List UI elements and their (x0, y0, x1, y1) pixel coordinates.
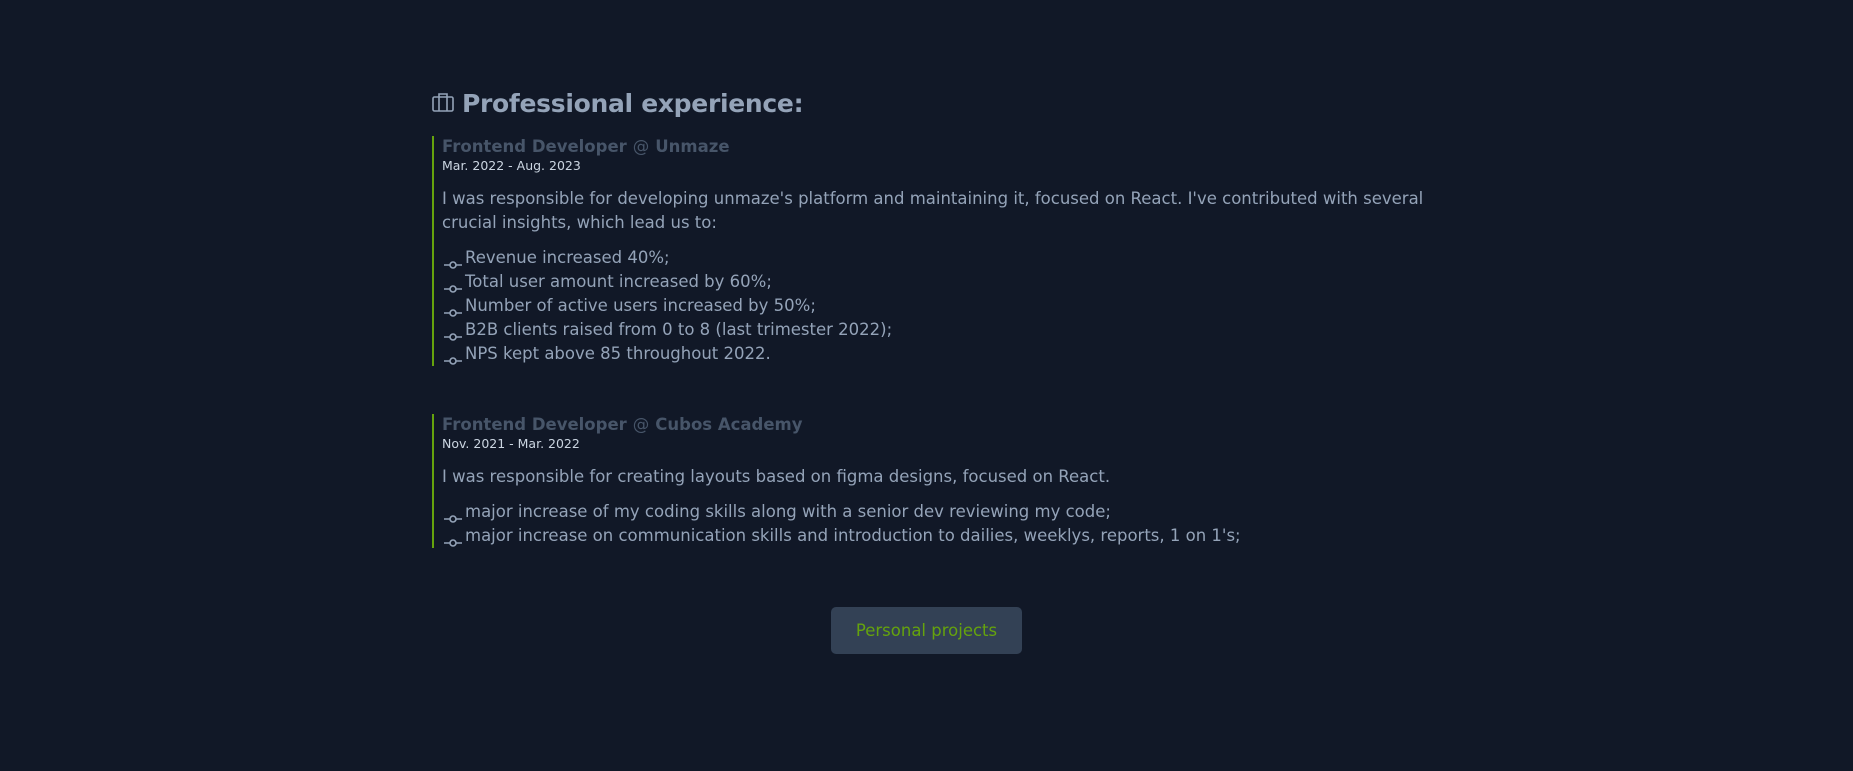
achievements-list: major increase of my coding skills along… (442, 500, 1432, 548)
job-dates: Mar. 2022 - Aug. 2023 (442, 158, 581, 173)
list-item-text: major increase on communication skills a… (465, 526, 1241, 545)
job-dates: Nov. 2021 - Mar. 2022 (442, 436, 580, 451)
section-heading: Professional experience: (432, 86, 1432, 120)
job-role: Frontend Developer (442, 137, 627, 156)
job-company: Cubos Academy (655, 415, 803, 434)
commit-icon (442, 531, 464, 547)
job-entry: Frontend Developer @ Unmaze Mar. 2022 - Au… (432, 136, 1432, 366)
personal-projects-button[interactable]: Personal projects (831, 607, 1022, 654)
list-item: Total user amount increased by 60%; (442, 270, 1432, 294)
commit-icon (442, 277, 464, 293)
list-item-text: B2B clients raised from 0 to 8 (last tri… (465, 320, 893, 339)
list-item: NPS kept above 85 throughout 2022. (442, 342, 1432, 366)
list-item: major increase on communication skills a… (442, 524, 1432, 548)
list-item-text: Total user amount increased by 60%; (465, 272, 772, 291)
list-item: Revenue increased 40%; (442, 246, 1432, 270)
at-sign: @ (632, 415, 650, 434)
job-description: I was responsible for developing unmaze'… (442, 189, 1424, 232)
job-description: I was responsible for creating layouts b… (442, 467, 1111, 486)
list-item-text: NPS kept above 85 throughout 2022. (465, 344, 771, 363)
list-item-text: Number of active users increased by 50%; (465, 296, 816, 315)
list-item: Number of active users increased by 50%; (442, 294, 1432, 318)
job-title: Frontend Developer @ Unmaze (442, 136, 1432, 158)
job-role: Frontend Developer (442, 415, 627, 434)
list-item-text: Revenue increased 40%; (465, 248, 670, 267)
commit-icon (442, 349, 464, 365)
list-item-text: major increase of my coding skills along… (465, 502, 1111, 521)
briefcase-icon (432, 89, 454, 118)
commit-icon (442, 507, 464, 523)
commit-icon (442, 301, 464, 317)
achievements-list: Revenue increased 40%; Total user amount… (442, 246, 1432, 366)
commit-icon (442, 253, 464, 269)
list-item: major increase of my coding skills along… (442, 500, 1432, 524)
job-entry: Frontend Developer @ Cubos Academy Nov. 20… (432, 414, 1432, 548)
job-company: Unmaze (655, 137, 730, 156)
experience-section: Professional experience: Frontend Develo… (432, 86, 1432, 548)
commit-icon (442, 325, 464, 341)
list-item: B2B clients raised from 0 to 8 (last tri… (442, 318, 1432, 342)
job-title: Frontend Developer @ Cubos Academy (442, 414, 1432, 436)
at-sign: @ (632, 137, 650, 156)
